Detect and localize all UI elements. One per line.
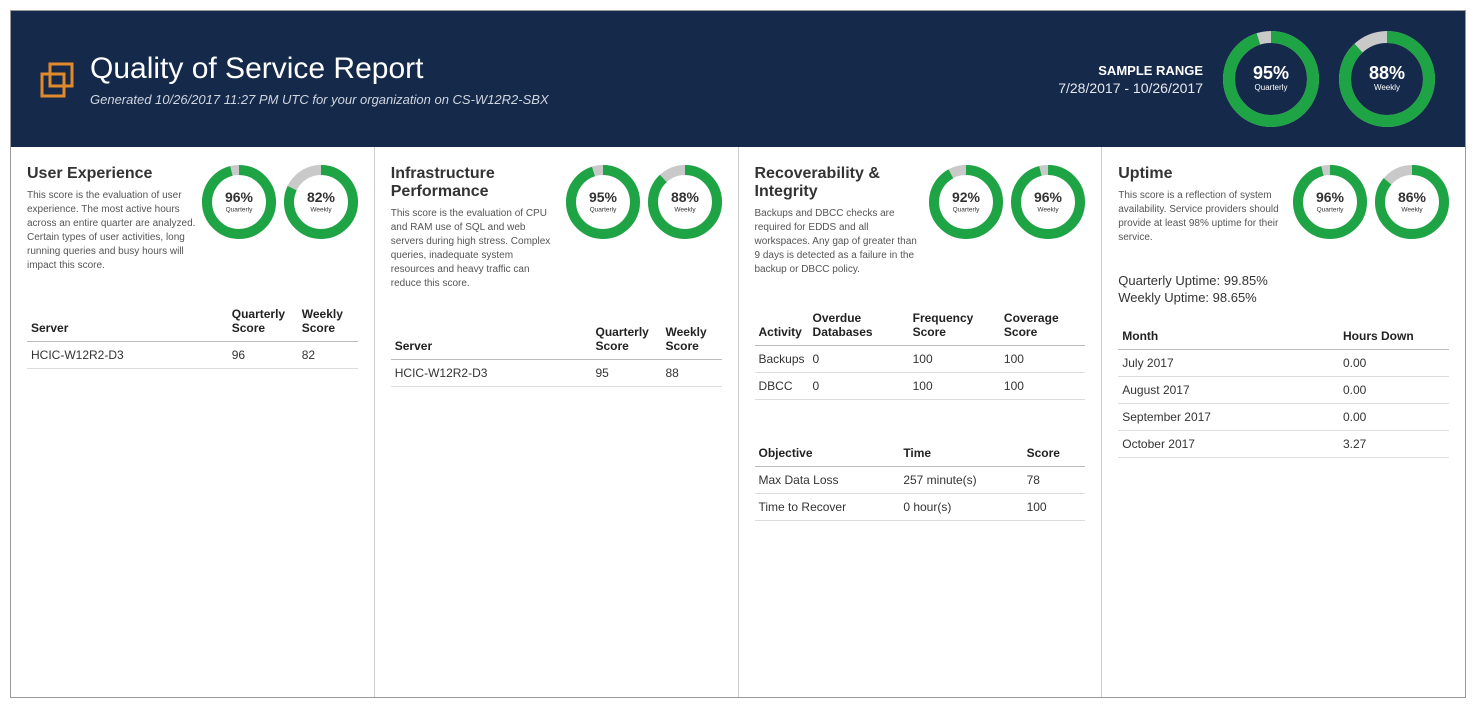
th-month: Month [1118,323,1339,350]
table-row: Time to Recover 0 hour(s) 100 [755,494,1086,521]
uptime-title: Uptime [1118,165,1287,183]
svg-text:Weekly: Weekly [1374,83,1400,92]
logo-icon [36,60,80,104]
sample-range: SAMPLE RANGE 7/28/2017 - 10/26/2017 [1058,63,1203,96]
th-qscore: Quarterly Score [228,301,298,342]
gauge-infra-weekly: 88% Weekly [648,165,722,239]
infra-title: Infrastructure Performance [391,165,560,201]
svg-text:82%: 82% [307,189,336,205]
header-titles: Quality of Service Report Generated 10/2… [90,52,549,107]
header-left: Quality of Service Report Generated 10/2… [36,52,549,107]
gauge-uptime-weekly: 86% Weekly [1375,165,1449,239]
th-server: Server [391,319,592,360]
svg-text:Quarterly: Quarterly [225,207,252,214]
th-score: Score [1023,440,1086,467]
gauge-header-quarterly: 95%Quarterly [1223,31,1319,127]
ux-table: Server Quarterly Score Weekly Score HCIC… [27,301,358,369]
sample-range-dates: 7/28/2017 - 10/26/2017 [1058,80,1203,96]
panel-user-experience: User Experience This score is the evalua… [11,147,375,697]
table-row: HCIC-W12R2-D3 96 82 [27,342,358,369]
th-activity: Activity [755,305,809,346]
gauge-recov-weekly: 96% Weekly [1011,165,1085,239]
th-freq: Frequency Score [909,305,1000,346]
report-subtitle: Generated 10/26/2017 11:27 PM UTC for yo… [90,92,549,107]
recov-activity-table: Activity Overdue Databases Frequency Sco… [755,305,1086,400]
gauge-uptime-quarterly: 96% Quarterly [1293,165,1367,239]
svg-text:95%: 95% [1253,63,1289,83]
gauge-header-weekly: 88%Weekly [1339,31,1435,127]
gauge-infra-quarterly: 95% Quarterly [566,165,640,239]
infra-table: Server Quarterly Score Weekly Score HCIC… [391,319,722,387]
report-body: User Experience This score is the evalua… [11,147,1465,697]
svg-text:Weekly: Weekly [1038,207,1060,214]
gauge-ux-weekly: 82% Weekly [284,165,358,239]
th-wscore: Weekly Score [298,301,358,342]
table-row: October 2017 3.27 [1118,431,1449,458]
ux-title: User Experience [27,165,196,183]
th-time: Time [899,440,1022,467]
uptime-summary: Quarterly Uptime: 99.85% Weekly Uptime: … [1118,273,1449,305]
svg-text:96%: 96% [225,189,254,205]
table-row: Max Data Loss 257 minute(s) 78 [755,467,1086,494]
svg-text:95%: 95% [588,189,617,205]
sample-range-label: SAMPLE RANGE [1058,63,1203,78]
table-row: September 2017 0.00 [1118,404,1449,431]
svg-text:96%: 96% [1316,189,1345,205]
recov-desc: Backups and DBCC checks are required for… [755,207,924,277]
report-header: Quality of Service Report Generated 10/2… [11,11,1465,147]
gauge-ux-quarterly: 96% Quarterly [202,165,276,239]
th-objective: Objective [755,440,900,467]
table-row: August 2017 0.00 [1118,377,1449,404]
quarterly-uptime-line: Quarterly Uptime: 99.85% [1118,273,1449,288]
svg-text:Weekly: Weekly [674,207,696,214]
svg-text:Quarterly: Quarterly [1317,207,1344,214]
svg-text:Quarterly: Quarterly [953,207,980,214]
svg-text:88%: 88% [670,189,699,205]
header-right: SAMPLE RANGE 7/28/2017 - 10/26/2017 95%Q… [1058,31,1435,127]
panel-uptime: Uptime This score is a reflection of sys… [1102,147,1465,697]
weekly-uptime-line: Weekly Uptime: 98.65% [1118,290,1449,305]
ux-desc: This score is the evaluation of user exp… [27,189,196,273]
th-hours: Hours Down [1339,323,1449,350]
table-row: DBCC 0 100 100 [755,373,1086,400]
svg-text:88%: 88% [1369,63,1405,83]
report-title: Quality of Service Report [90,52,549,86]
table-row: HCIC-W12R2-D3 95 88 [391,360,722,387]
recov-objective-table: Objective Time Score Max Data Loss 257 m… [755,440,1086,521]
report-container: Quality of Service Report Generated 10/2… [10,10,1466,698]
uptime-desc: This score is a reflection of system ava… [1118,189,1287,245]
svg-text:Weekly: Weekly [310,207,332,214]
table-row: July 2017 0.00 [1118,350,1449,377]
th-overdue: Overdue Databases [809,305,909,346]
panel-infrastructure: Infrastructure Performance This score is… [375,147,739,697]
th-qscore: Quarterly Score [592,319,662,360]
svg-text:Quarterly: Quarterly [589,207,616,214]
uptime-table: Month Hours Down July 2017 0.00 August 2… [1118,323,1449,458]
svg-text:Weekly: Weekly [1401,207,1423,214]
panel-recoverability: Recoverability & Integrity Backups and D… [739,147,1103,697]
th-server: Server [27,301,228,342]
svg-text:86%: 86% [1398,189,1427,205]
th-wscore: Weekly Score [662,319,722,360]
svg-text:96%: 96% [1034,189,1063,205]
table-row: Backups 0 100 100 [755,346,1086,373]
svg-text:Quarterly: Quarterly [1255,83,1288,92]
gauge-recov-quarterly: 92% Quarterly [929,165,1003,239]
recov-title: Recoverability & Integrity [755,165,924,201]
th-cov: Coverage Score [1000,305,1085,346]
infra-desc: This score is the evaluation of CPU and … [391,207,560,291]
svg-text:92%: 92% [952,189,981,205]
